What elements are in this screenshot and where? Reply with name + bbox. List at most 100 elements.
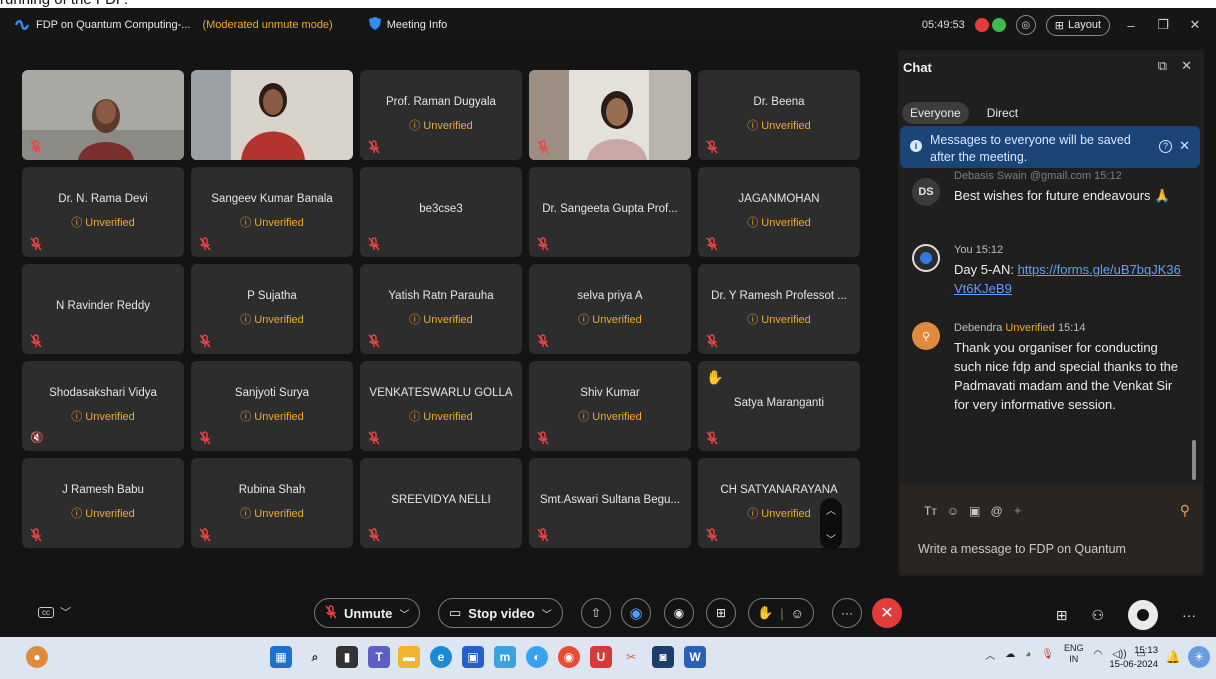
language-indicator[interactable]: ENG IN (1064, 643, 1084, 665)
chevron-up-icon[interactable]: ︿ (985, 647, 995, 662)
participant-tile[interactable]: J Ramesh Babu ⓘ Unverified (22, 458, 184, 548)
chat-title: Chat (903, 60, 932, 75)
captions-button[interactable]: cc ﹀ (38, 604, 71, 620)
chat-message: You 15:12 Day 5-AN: https://forms.gle/uB… (912, 244, 1182, 304)
minimize-icon[interactable]: – (1120, 18, 1142, 33)
participant-tile[interactable]: JAGANMOHAN ⓘ Unverified (698, 167, 860, 257)
mic-muted-icon (368, 237, 380, 251)
chevron-down-icon[interactable]: ﹀ (542, 606, 552, 621)
participant-tile[interactable]: Smt.Aswari Sultana Begu... (529, 458, 691, 548)
mic-muted-icon (368, 528, 380, 542)
participant-tile[interactable] (529, 70, 691, 160)
chrome-tray-icon[interactable]: ◕ (1025, 649, 1031, 660)
chat-scrollbar[interactable] (1192, 440, 1196, 480)
more-panels-icon[interactable]: ··· (1182, 607, 1196, 623)
grid-scroll-control[interactable]: ︿ ﹀ (820, 498, 842, 550)
snipping-tool-icon[interactable]: ✂ (620, 646, 642, 668)
taskbar-clock[interactable]: 15:13 15-06-2024 (1109, 644, 1158, 672)
participant-tile[interactable]: SREEVIDYA NELLI (360, 458, 522, 548)
popout-icon[interactable]: ⧉ (1158, 58, 1167, 74)
participant-name: selva priya A (577, 290, 643, 302)
participant-tile[interactable]: Shodasakshari Vidya ⓘ Unverified 🔇 (22, 361, 184, 451)
share-button[interactable]: ⇧ (581, 598, 611, 628)
ai-assistant-button[interactable]: ◉ (621, 598, 651, 628)
emoji-icon[interactable]: ☺ (947, 504, 959, 518)
reactions-button[interactable]: ✋ | ☺ (748, 598, 814, 628)
tab-direct[interactable]: Direct (979, 102, 1026, 124)
participant-tile[interactable]: Shiv Kumar ⓘ Unverified (529, 361, 691, 451)
close-chat-icon[interactable]: ✕ (1181, 58, 1192, 74)
recording-indicator[interactable] (974, 18, 1006, 32)
close-window-icon[interactable]: ✕ (1184, 17, 1206, 33)
notification-bell-icon[interactable]: 🔔 (1162, 646, 1184, 668)
mention-icon[interactable]: @ (990, 504, 1002, 518)
widgets-icon[interactable]: ☀ (1188, 646, 1210, 668)
participant-tile[interactable]: Dr. Y Ramesh Professot ... ⓘ Unverified (698, 264, 860, 354)
photos-icon[interactable]: ◐ (526, 646, 548, 668)
file-explorer-icon[interactable]: ▬ (398, 646, 420, 668)
participant-tile[interactable] (191, 70, 353, 160)
layout-button[interactable]: ⊞ Layout (1045, 14, 1110, 36)
participant-tile[interactable]: Sangeev Kumar Banala ⓘ Unverified (191, 167, 353, 257)
stop-video-button[interactable]: ▭ Stop video ﹀ (438, 598, 563, 628)
participant-tile[interactable]: Dr. Beena ⓘ Unverified (698, 70, 860, 160)
scroll-down-icon[interactable]: ﹀ (826, 531, 836, 546)
help-icon[interactable]: ? (1159, 140, 1172, 153)
message-meta: Debendra Unverified 15:14 (954, 322, 1086, 334)
mcafee-icon[interactable]: U (590, 646, 612, 668)
chrome-icon[interactable]: ◉ (558, 646, 580, 668)
participant-tile[interactable]: Dr. Sangeeta Gupta Prof... (529, 167, 691, 257)
word-icon[interactable]: W (684, 646, 706, 668)
participant-tile[interactable]: Sanjyoti Surya ⓘ Unverified (191, 361, 353, 451)
apps-button[interactable]: ⊞ (706, 598, 736, 628)
meeting-info-label: Meeting Info (386, 19, 448, 31)
participant-tile[interactable]: P Sujatha ⓘ Unverified (191, 264, 353, 354)
breakout-icon[interactable]: ⊞ (1056, 607, 1068, 624)
wifi-icon[interactable]: ◠ (1093, 649, 1102, 660)
search-icon[interactable]: ◎ (1015, 15, 1036, 35)
restore-icon[interactable]: ❐ (1152, 17, 1174, 33)
edge-icon[interactable]: e (430, 646, 452, 668)
tab-everyone[interactable]: Everyone (902, 102, 969, 124)
participant-tile[interactable]: Satya Maranganti ✋ (698, 361, 860, 451)
chat-message-input[interactable]: Write a message to FDP on Quantum (918, 542, 1126, 556)
search-icon[interactable]: ⌕ (304, 646, 326, 668)
mic-muted-icon (199, 431, 211, 445)
record-button[interactable]: ◉ (664, 598, 694, 628)
participant-tile[interactable]: VENKATESWARLU GOLLA ⓘ Unverified (360, 361, 522, 451)
unmute-button[interactable]: Unmute ﹀ (314, 598, 421, 628)
notification-app-icon[interactable]: ● (26, 646, 48, 668)
chevron-down-icon[interactable]: ﹀ (399, 606, 409, 621)
more-options-button[interactable]: ··· (832, 598, 862, 628)
start-menu-icon[interactable]: ▦ (270, 646, 292, 668)
store-icon[interactable]: ▣ (462, 646, 484, 668)
compose-toolbar: Tт ☺ ▣ @ ✦ (924, 504, 1023, 518)
chat-toggle-button[interactable] (1128, 600, 1158, 630)
dismiss-notice-icon[interactable]: ✕ (1179, 138, 1190, 154)
task-view-icon[interactable]: ▮ (336, 646, 358, 668)
leave-meeting-button[interactable]: ✕ (872, 598, 902, 628)
participant-tile[interactable] (22, 70, 184, 160)
avatar: ⚲ (912, 322, 940, 350)
participant-tile[interactable]: Prof. Raman Dugyala ⓘ Unverified (360, 70, 522, 160)
scroll-up-icon[interactable]: ︿ (826, 502, 836, 517)
participant-tile[interactable]: N Ravinder Reddy (22, 264, 184, 354)
recipient-icon[interactable]: ⚲ (1180, 502, 1190, 519)
cloud-icon[interactable]: ☁ (1005, 649, 1015, 660)
text-format-icon[interactable]: Tт (924, 504, 937, 518)
teams-icon[interactable]: T (368, 646, 390, 668)
webex-taskbar-icon[interactable]: ◙ (652, 646, 674, 668)
participants-icon[interactable]: ⚇ (1091, 607, 1104, 624)
participant-tile[interactable]: Rubina Shah ⓘ Unverified (191, 458, 353, 548)
ai-assist-icon[interactable]: ✦ (1013, 504, 1023, 518)
participant-tile[interactable]: Yatish Ratn Parauha ⓘ Unverified (360, 264, 522, 354)
participant-status: ⓘ Unverified (409, 411, 473, 423)
participant-tile[interactable]: selva priya A ⓘ Unverified (529, 264, 691, 354)
participant-tile[interactable]: be3cse3 (360, 167, 522, 257)
gif-icon[interactable]: ▣ (969, 504, 980, 518)
moodle-icon[interactable]: m (494, 646, 516, 668)
participant-tile[interactable]: Dr. N. Rama Devi ⓘ Unverified (22, 167, 184, 257)
meeting-info-button[interactable]: Meeting Info (368, 17, 448, 33)
mic-muted-tray-icon[interactable]: 🎙 (1041, 649, 1054, 660)
info-icon: i (910, 140, 922, 152)
